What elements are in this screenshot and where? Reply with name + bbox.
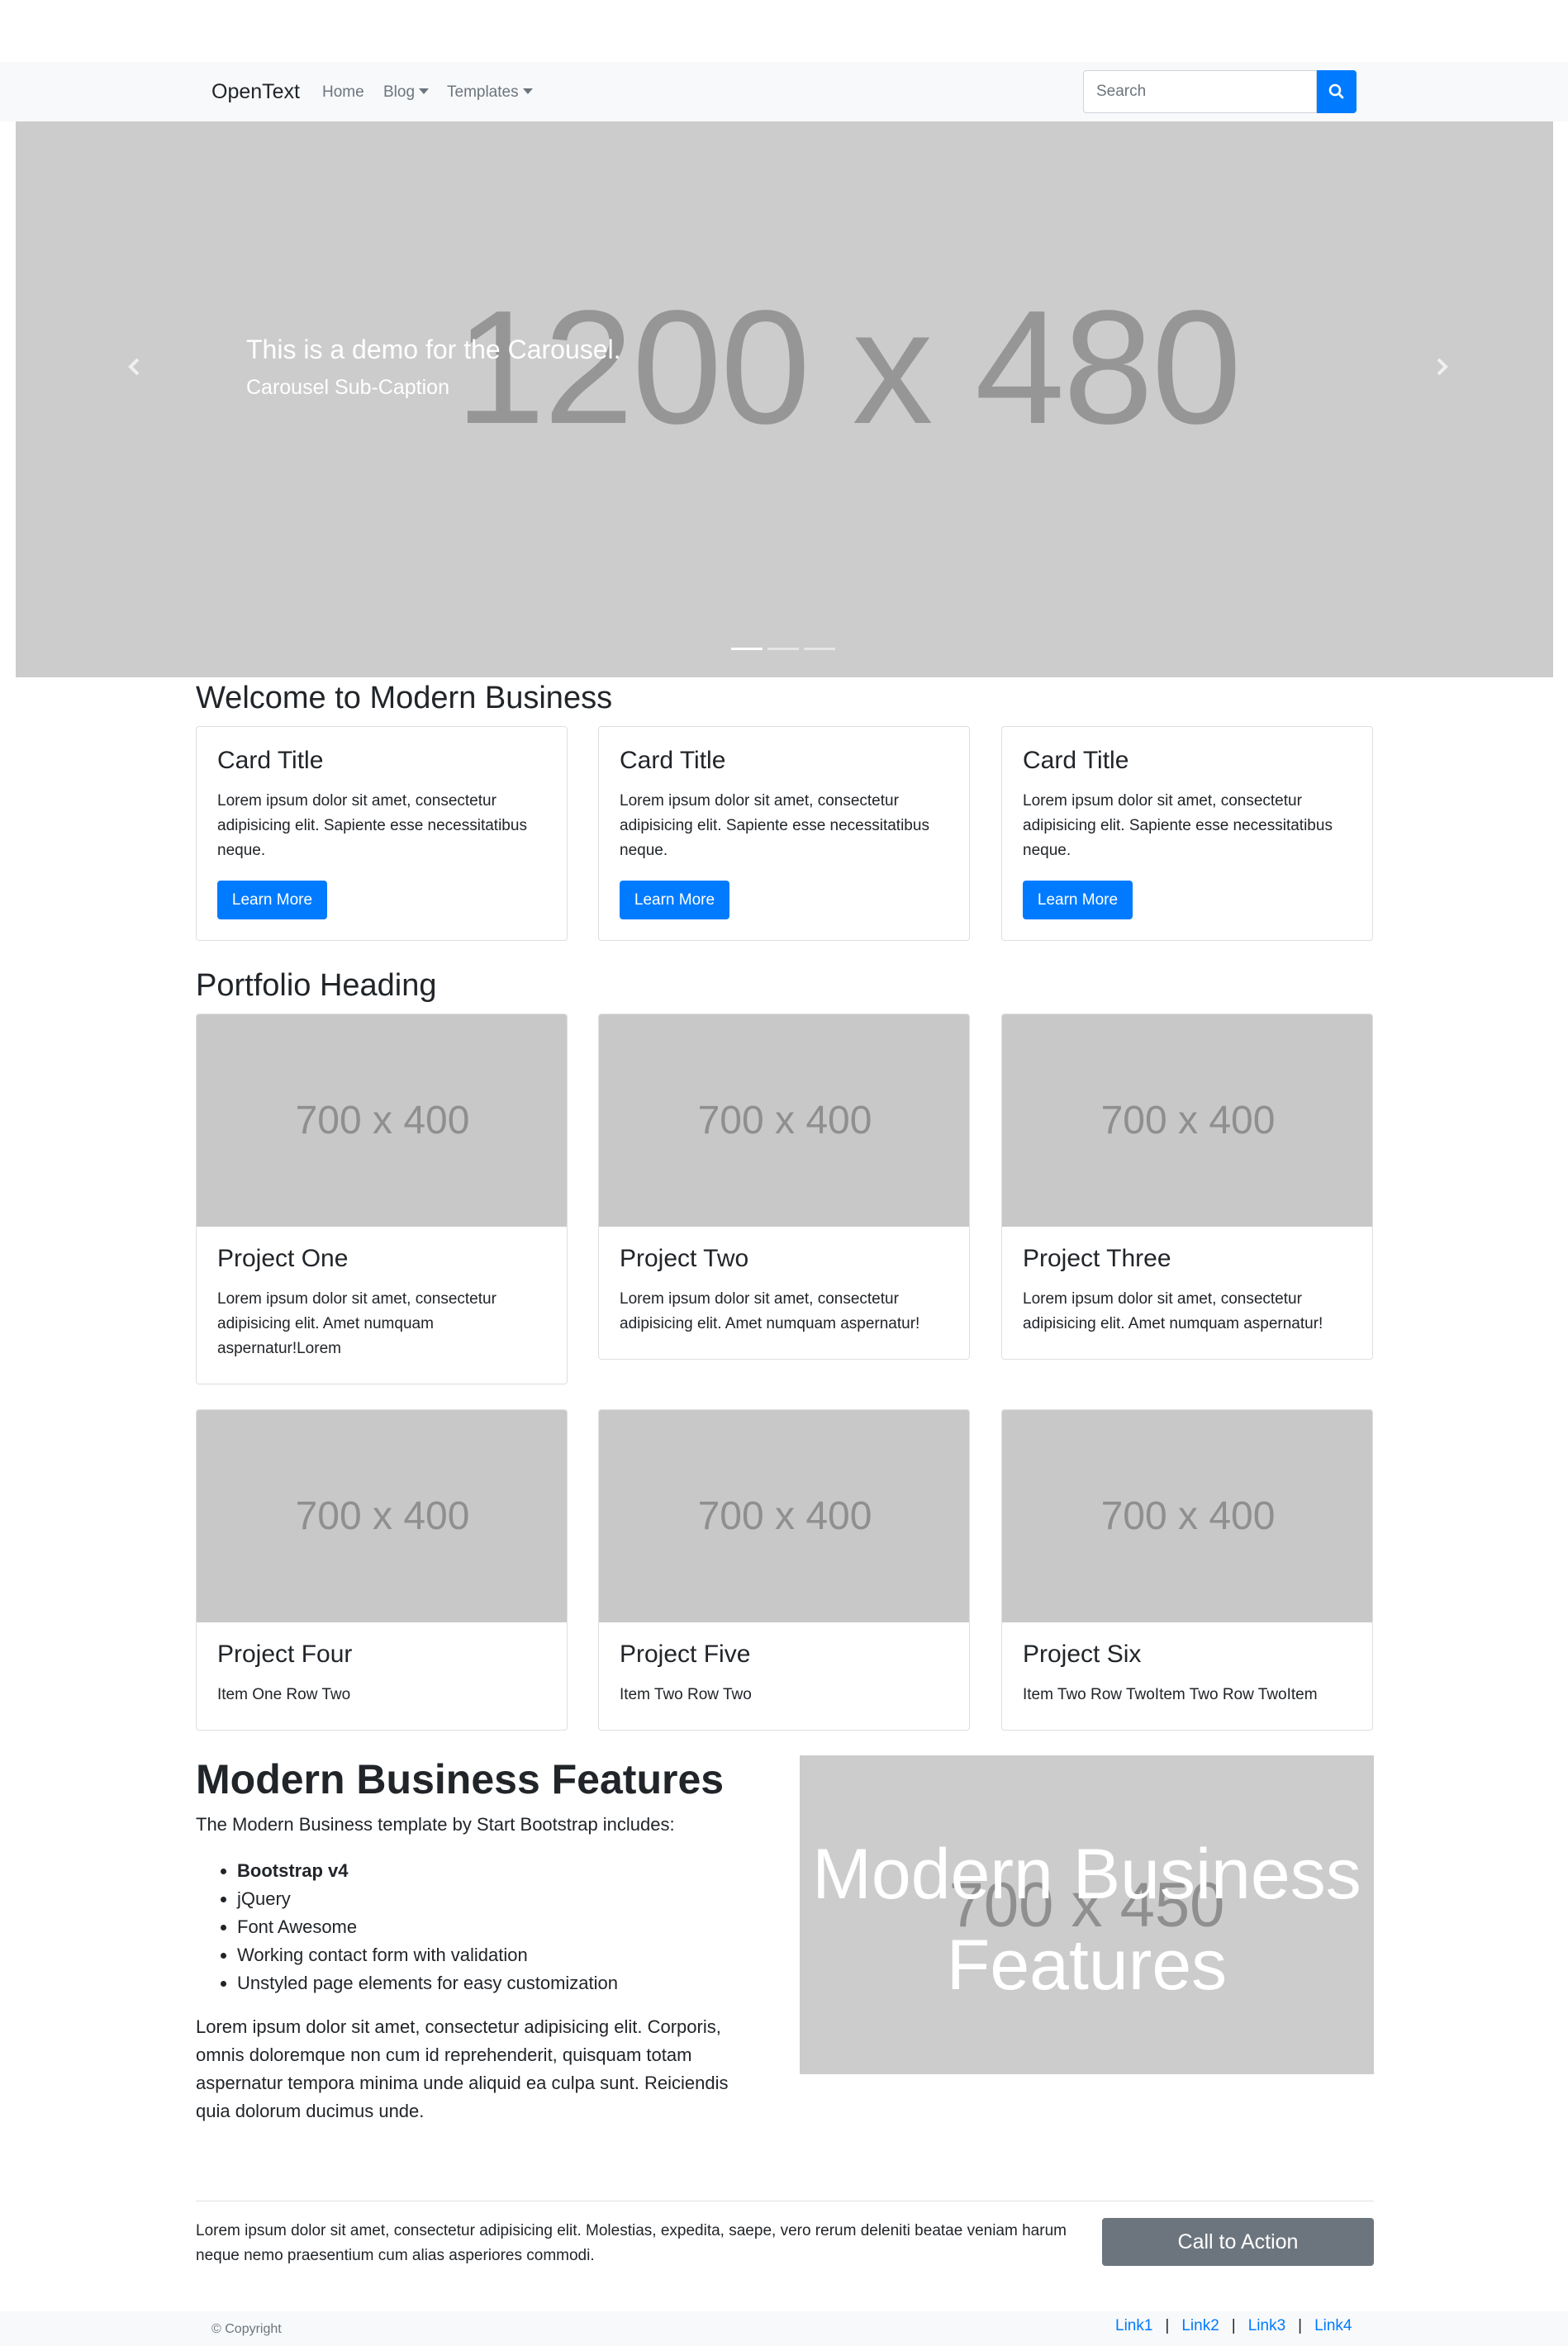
portfolio-image[interactable]: 700 x 400: [197, 1014, 567, 1227]
navbar: OpenText Home Blog Templates: [0, 62, 1568, 121]
features-list: Bootstrap v4 jQuery Font Awesome Working…: [237, 1857, 618, 1997]
welcome-card: Card Title Lorem ipsum dolor sit amet, c…: [196, 726, 568, 941]
search-input[interactable]: [1083, 70, 1317, 113]
chevron-down-icon: [419, 88, 430, 94]
project-text: Item One Row Two: [217, 1686, 351, 1703]
project-title[interactable]: Project Four: [217, 1641, 352, 1669]
nav-dropdown-templates-label: Templates: [447, 83, 519, 101]
image-placeholder-text: 700 x 400: [1100, 1099, 1276, 1142]
image-placeholder-text: 700 x 400: [1100, 1494, 1276, 1538]
card-title: Card Title: [1023, 747, 1129, 774]
chevron-left-icon: [128, 358, 140, 376]
learn-more-button[interactable]: Learn More: [1023, 881, 1133, 919]
image-placeholder-text: 700 x 400: [295, 1494, 470, 1538]
list-item: Unstyled page elements for easy customiz…: [237, 1969, 618, 1997]
portfolio-card: 700 x 400 Project Six Item Two Row TwoIt…: [1001, 1409, 1373, 1731]
card-text: Lorem ipsum dolor sit amet, consectetur …: [1023, 792, 1333, 859]
portfolio-heading: Portfolio Heading: [196, 968, 437, 1003]
carousel: 1200 x 480 This is a demo for the Carous…: [16, 121, 1553, 677]
chevron-down-icon: [522, 88, 533, 94]
carousel-caption-sub: Carousel Sub-Caption: [246, 376, 449, 399]
portfolio-card: 700 x 400 Project One Lorem ipsum dolor …: [196, 1014, 568, 1384]
footer-link-4[interactable]: Link4: [1314, 2317, 1352, 2335]
features-paragraph: Lorem ipsum dolor sit amet, consectetur …: [196, 2016, 729, 2121]
project-title[interactable]: Project One: [217, 1245, 348, 1273]
cta-text: Lorem ipsum dolor sit amet, consectetur …: [196, 2222, 1067, 2264]
project-text: Lorem ipsum dolor sit amet, consectetur …: [1023, 1290, 1323, 1332]
features-image-overlay-line2: Features: [946, 1926, 1228, 2005]
footer-links: Link1 | Link2 | Link3 | Link4: [1115, 2317, 1352, 2335]
list-item-text: Bootstrap v4: [237, 1860, 349, 1881]
project-text: Item Two Row TwoItem Two Row TwoItem: [1023, 1686, 1318, 1703]
carousel-indicator[interactable]: [804, 648, 835, 650]
project-title[interactable]: Project Three: [1023, 1245, 1171, 1273]
portfolio-image[interactable]: 700 x 400: [1002, 1410, 1372, 1622]
navbar-brand[interactable]: OpenText: [211, 80, 300, 104]
copyright-text: © Copyright: [211, 2322, 282, 2336]
features-image: 700 x 450 Modern Business Features: [800, 1755, 1374, 2074]
carousel-next-button[interactable]: [1430, 351, 1455, 384]
list-item: Bootstrap v4: [237, 1857, 618, 1885]
project-title[interactable]: Project Two: [620, 1245, 748, 1273]
project-text: Item Two Row Two: [620, 1686, 752, 1703]
list-item: jQuery: [237, 1885, 618, 1913]
welcome-heading: Welcome to Modern Business: [196, 681, 613, 715]
image-placeholder-text: 700 x 400: [697, 1099, 872, 1142]
nav-dropdown-templates[interactable]: Templates: [447, 83, 533, 102]
image-placeholder-text: 700 x 400: [295, 1099, 470, 1142]
card-text: Lorem ipsum dolor sit amet, consectetur …: [217, 792, 527, 859]
project-title[interactable]: Project Five: [620, 1641, 750, 1669]
separator: |: [1231, 2317, 1236, 2334]
portfolio-card: 700 x 400 Project Two Lorem ipsum dolor …: [598, 1014, 970, 1360]
footer-link-2[interactable]: Link2: [1181, 2317, 1219, 2335]
nav-dropdown-blog-label: Blog: [383, 83, 416, 101]
learn-more-button[interactable]: Learn More: [620, 881, 729, 919]
portfolio-image[interactable]: 700 x 400: [599, 1014, 969, 1227]
list-item: Font Awesome: [237, 1913, 618, 1941]
carousel-indicator[interactable]: [731, 648, 763, 650]
project-text: Lorem ipsum dolor sit amet, consectetur …: [217, 1290, 497, 1357]
image-placeholder-text: 700 x 400: [697, 1494, 872, 1538]
nav-dropdown-blog[interactable]: Blog: [383, 83, 430, 102]
project-title[interactable]: Project Six: [1023, 1641, 1141, 1669]
separator: |: [1165, 2317, 1170, 2334]
carousel-prev-button[interactable]: [121, 351, 146, 384]
card-title: Card Title: [620, 747, 726, 774]
portfolio-image[interactable]: 700 x 400: [1002, 1014, 1372, 1227]
carousel-caption-title: This is a demo for the Carousel.: [246, 335, 621, 364]
chevron-right-icon: [1437, 358, 1448, 376]
call-to-action-button[interactable]: Call to Action: [1102, 2218, 1374, 2266]
project-text: Lorem ipsum dolor sit amet, consectetur …: [620, 1290, 920, 1332]
list-item: Working contact form with validation: [237, 1941, 618, 1969]
search-button[interactable]: [1317, 70, 1357, 113]
carousel-image-placeholder: 1200 x 480: [455, 277, 1242, 458]
portfolio-card: 700 x 400 Project Four Item One Row Two: [196, 1409, 568, 1731]
portfolio-card: 700 x 400 Project Five Item Two Row Two: [598, 1409, 970, 1731]
welcome-card: Card Title Lorem ipsum dolor sit amet, c…: [1001, 726, 1373, 941]
footer-link-3[interactable]: Link3: [1248, 2317, 1285, 2335]
search-icon: [1328, 83, 1344, 99]
carousel-indicators: [731, 648, 835, 651]
features-intro: The Modern Business template by Start Bo…: [196, 1814, 675, 1835]
learn-more-button[interactable]: Learn More: [217, 881, 327, 919]
footer: © Copyright Link1 | Link2 | Link3 | Link…: [0, 2311, 1568, 2346]
portfolio-image[interactable]: 700 x 400: [197, 1410, 567, 1622]
card-text: Lorem ipsum dolor sit amet, consectetur …: [620, 792, 929, 859]
features-heading: Modern Business Features: [196, 1756, 725, 1802]
welcome-card: Card Title Lorem ipsum dolor sit amet, c…: [598, 726, 970, 941]
card-title: Card Title: [217, 747, 324, 774]
nav-link-home[interactable]: Home: [322, 83, 364, 102]
features-image-overlay-line1: Modern Business: [812, 1835, 1361, 1914]
portfolio-card: 700 x 400 Project Three Lorem ipsum dolo…: [1001, 1014, 1373, 1360]
portfolio-image[interactable]: 700 x 400: [599, 1410, 969, 1622]
separator: |: [1298, 2317, 1303, 2334]
footer-link-1[interactable]: Link1: [1115, 2317, 1152, 2335]
carousel-indicator[interactable]: [767, 648, 799, 650]
